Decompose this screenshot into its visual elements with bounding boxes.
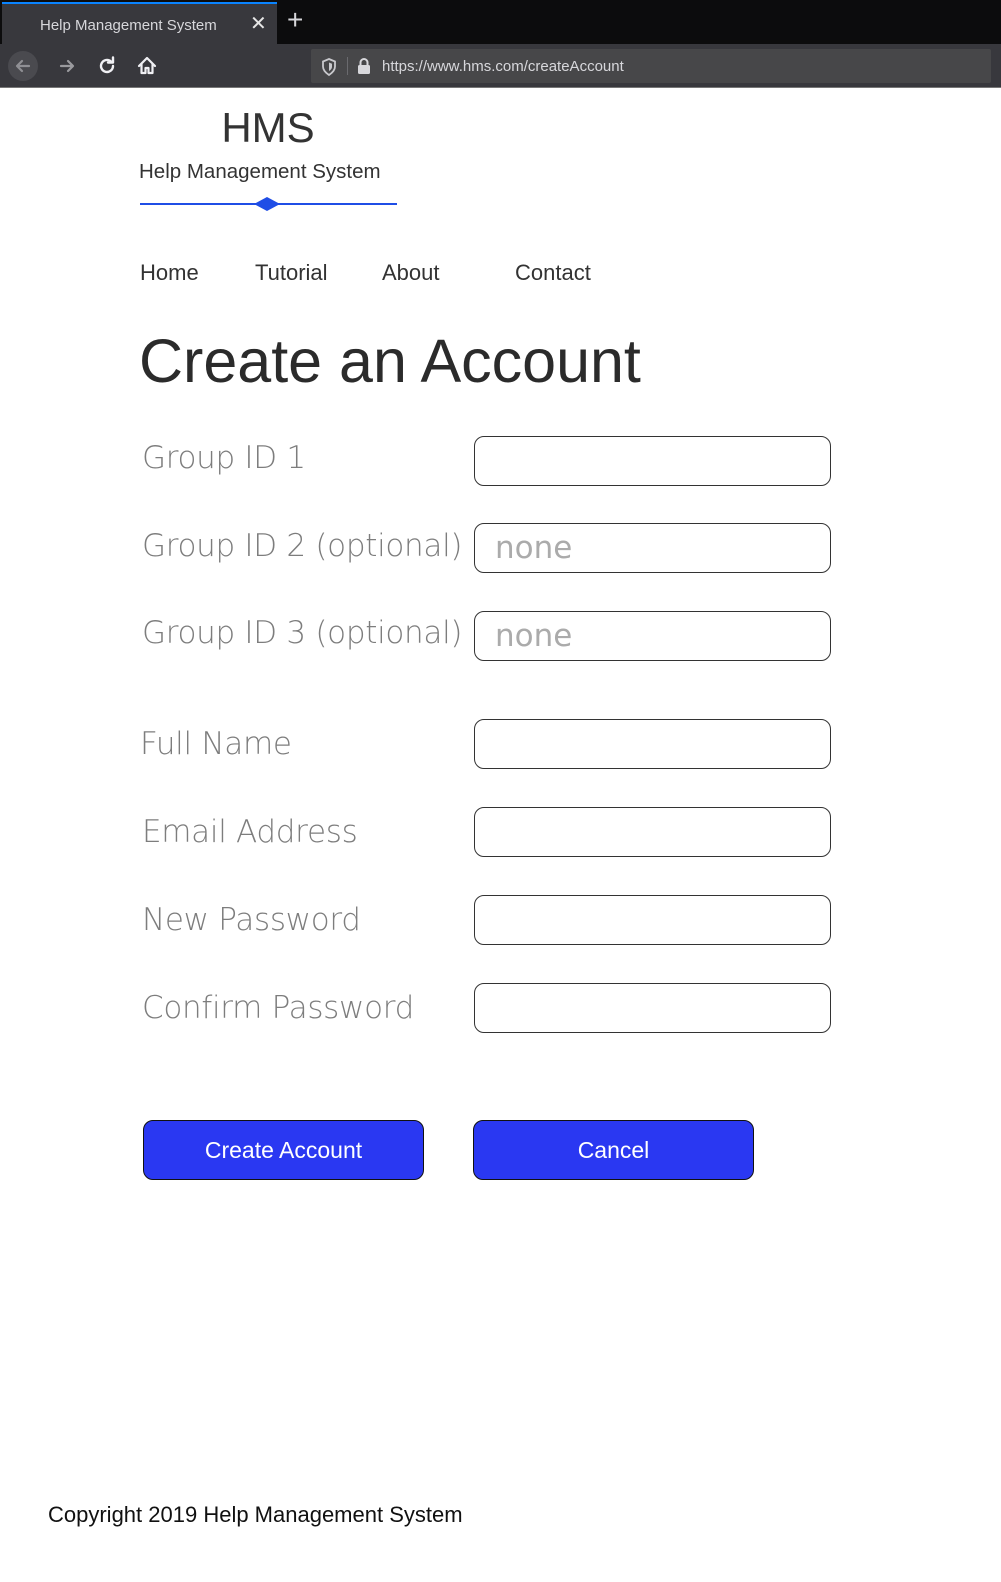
forward-arrow-icon[interactable] [52, 51, 82, 81]
full-name-input[interactable] [474, 719, 831, 769]
create-account-button[interactable]: Create Account [143, 1120, 424, 1180]
page-title: Create an Account [139, 327, 641, 395]
email-address-label: Email Address [142, 814, 358, 850]
new-password-input[interactable] [474, 895, 831, 945]
group-id-2-label: Group ID 2 (optional) [142, 528, 463, 564]
nav-tutorial[interactable]: Tutorial [255, 260, 328, 286]
group-id-2-input[interactable] [474, 523, 831, 573]
browser-toolbar: https://www.hms.com/createAccount [0, 44, 1001, 88]
plus-icon[interactable]: + [287, 6, 303, 34]
cancel-button[interactable]: Cancel [473, 1120, 754, 1180]
url-bar-divider [347, 57, 348, 75]
footer-copyright: Copyright 2019 Help Management System [48, 1502, 463, 1527]
shield-icon[interactable] [319, 57, 339, 77]
group-id-1-input[interactable] [474, 436, 831, 486]
url-bar[interactable]: https://www.hms.com/createAccount [311, 49, 991, 83]
tab-title: Help Management System [40, 17, 217, 34]
group-id-3-input[interactable] [474, 611, 831, 661]
url-text[interactable]: https://www.hms.com/createAccount [382, 58, 624, 75]
lock-icon[interactable] [355, 57, 373, 75]
browser-chrome: Help Management System ✕ + https://www.h… [0, 0, 1001, 88]
new-password-label: New Password [142, 902, 361, 938]
close-icon[interactable]: ✕ [250, 12, 267, 36]
confirm-password-label: Confirm Password [142, 990, 415, 1026]
home-icon[interactable] [132, 51, 162, 81]
reload-icon[interactable] [92, 51, 122, 81]
nav-about[interactable]: About [382, 260, 440, 286]
confirm-password-input[interactable] [474, 983, 831, 1033]
full-name-label: Full Name [140, 726, 292, 762]
group-id-3-label: Group ID 3 (optional) [142, 615, 463, 651]
group-id-1-label: Group ID 1 [142, 440, 306, 476]
nav-contact[interactable]: Contact [515, 260, 591, 286]
back-arrow-icon[interactable] [8, 51, 38, 81]
logo-divider [140, 197, 397, 211]
email-address-input[interactable] [474, 807, 831, 857]
logo-title: HMS [221, 104, 315, 151]
browser-tab[interactable]: Help Management System ✕ [2, 2, 277, 44]
logo-subtitle: Help Management System [139, 160, 381, 183]
tab-strip: Help Management System ✕ + [0, 0, 1001, 44]
nav-home[interactable]: Home [140, 260, 199, 286]
